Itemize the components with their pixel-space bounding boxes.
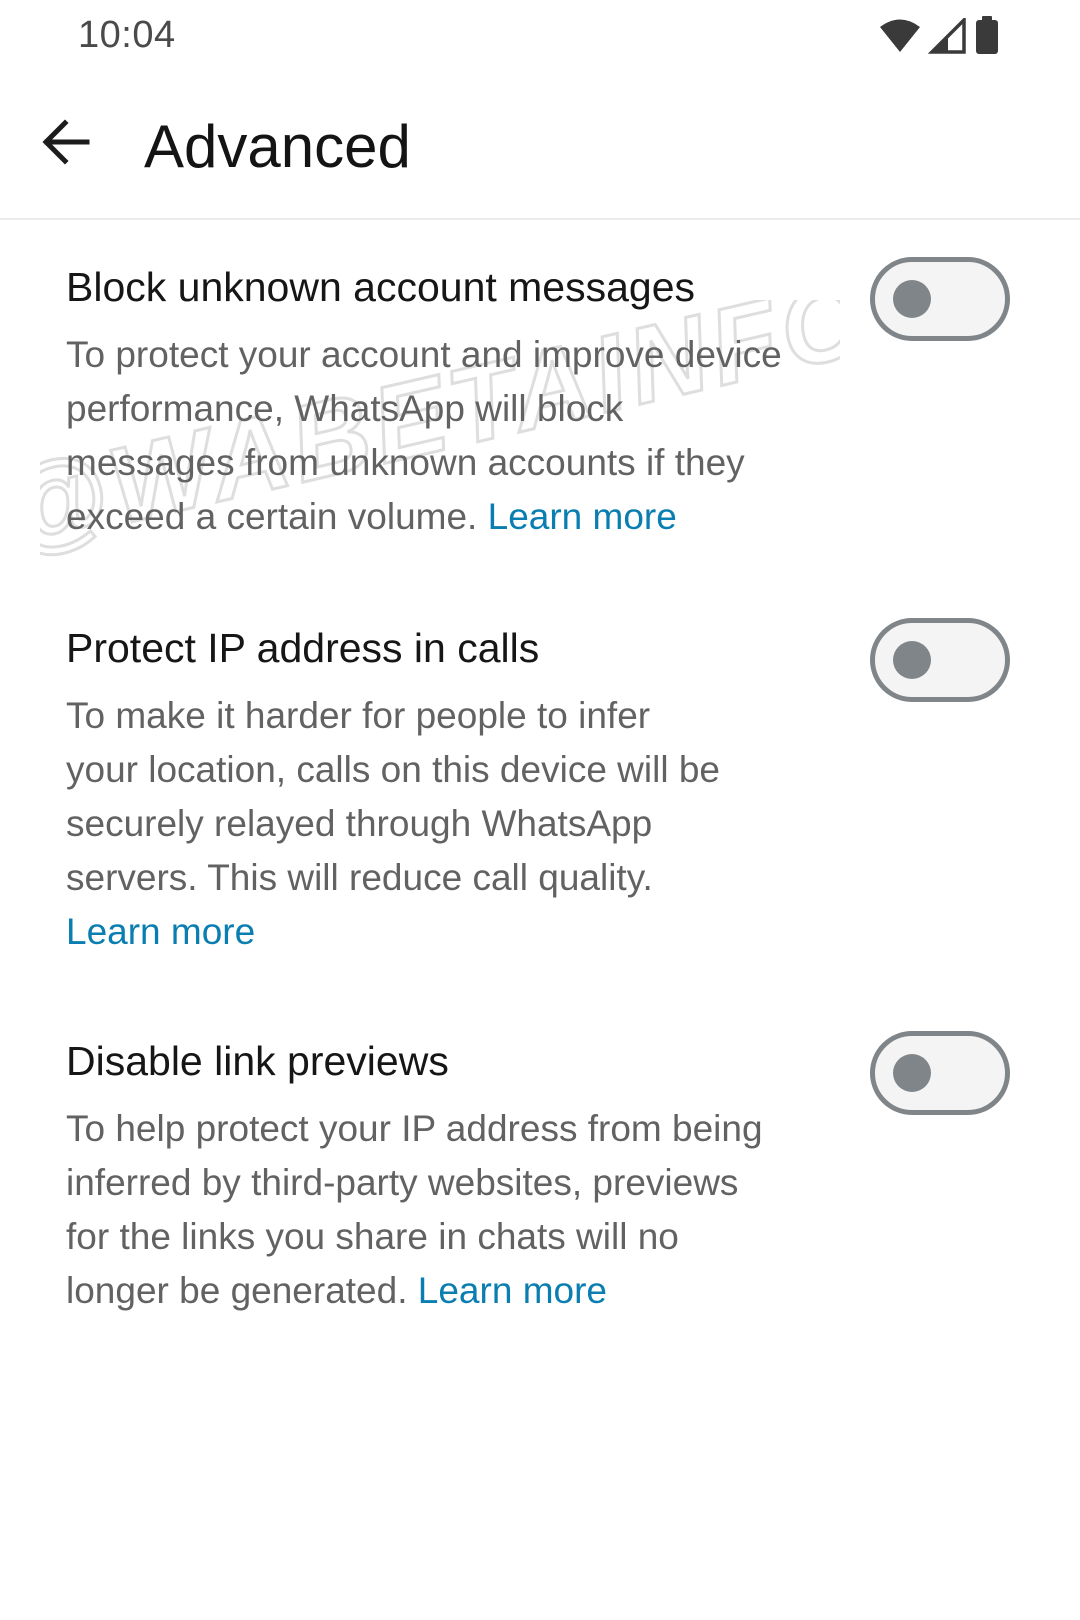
description-text: To make it harder for people to infer yo… bbox=[66, 695, 720, 898]
description-text: To help protect your IP address from bei… bbox=[66, 1108, 763, 1311]
cell-signal-icon bbox=[927, 15, 968, 54]
toggle-protect-ip-calls[interactable] bbox=[870, 618, 1010, 702]
setting-description: To protect your account and improve devi… bbox=[66, 328, 786, 544]
app-bar: Advanced bbox=[0, 74, 1080, 220]
status-icons bbox=[878, 15, 1000, 56]
status-bar: 10:04 bbox=[0, 0, 1080, 74]
toggle-disable-link-previews[interactable] bbox=[870, 1031, 1010, 1115]
battery-icon bbox=[974, 16, 1000, 56]
toggle-knob bbox=[893, 280, 931, 318]
setting-description: To make it harder for people to infer yo… bbox=[66, 689, 726, 959]
status-time: 10:04 bbox=[78, 14, 176, 56]
toggle-knob bbox=[893, 641, 931, 679]
learn-more-link[interactable]: Learn more bbox=[66, 911, 255, 952]
back-button[interactable] bbox=[30, 106, 102, 178]
learn-more-link[interactable]: Learn more bbox=[418, 1270, 607, 1311]
toggle-knob bbox=[893, 1054, 931, 1092]
toggle-block-unknown-accounts[interactable] bbox=[870, 257, 1010, 341]
page-title: Advanced bbox=[144, 113, 411, 180]
wifi-icon bbox=[878, 18, 922, 54]
setting-description: To help protect your IP address from bei… bbox=[66, 1102, 766, 1318]
arrow-left-icon bbox=[41, 119, 91, 165]
learn-more-link[interactable]: Learn more bbox=[488, 496, 677, 537]
